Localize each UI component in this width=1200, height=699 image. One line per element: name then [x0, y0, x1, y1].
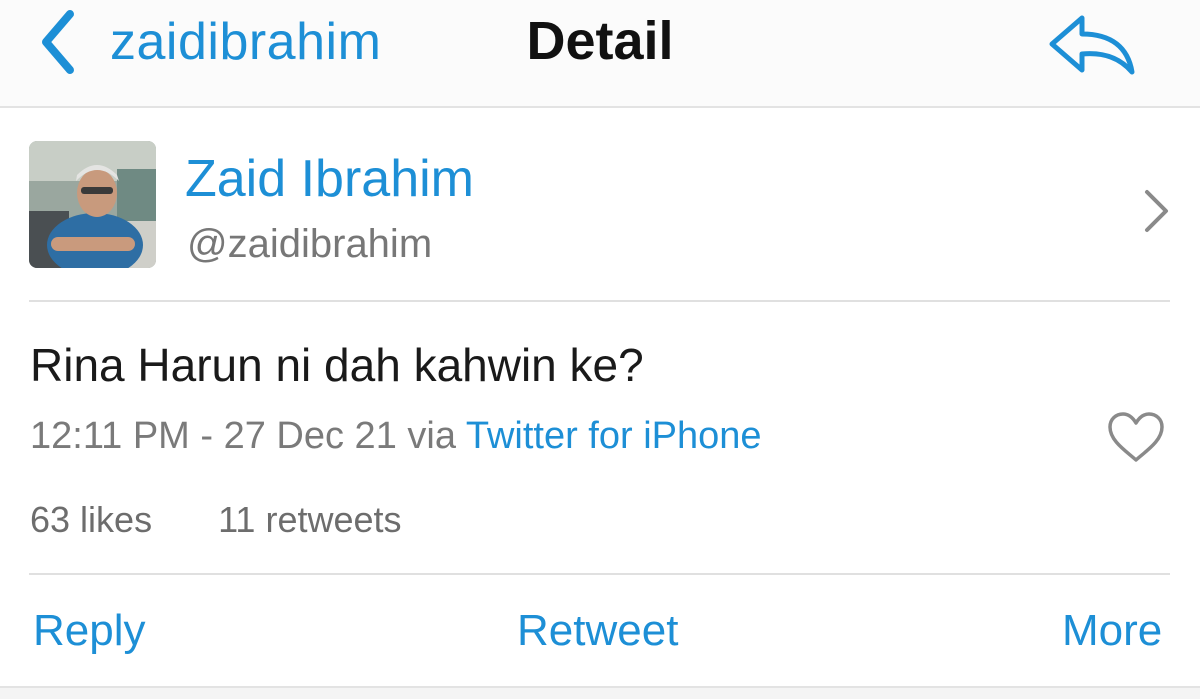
profile-name[interactable]: Zaid Ibrahim [185, 148, 474, 210]
navigation-bar: zaidibrahim Detail [0, 0, 1200, 108]
via-label: via [407, 415, 456, 457]
back-button[interactable]: zaidibrahim [36, 6, 381, 78]
avatar-photo [29, 141, 156, 268]
tweet-stats: 63 likes 11 retweets [30, 497, 402, 543]
page-title: Detail [526, 11, 674, 71]
retweets-count[interactable]: 11 retweets [218, 499, 401, 540]
retweet-button[interactable]: Retweet [517, 604, 678, 658]
profile-handle: @zaidibrahim [187, 222, 433, 266]
heart-outline-icon[interactable] [1106, 410, 1166, 464]
more-button[interactable]: More [1062, 604, 1162, 658]
chevron-left-icon [42, 10, 74, 74]
likes-count[interactable]: 63 likes [30, 499, 152, 540]
tweet-meta: 12:11 PM - 27 Dec 21 via Twitter for iPh… [30, 412, 762, 460]
tweet-timestamp: 12:11 PM - 27 Dec 21 [30, 415, 397, 457]
back-button-label: zaidibrahim [110, 13, 382, 71]
bottom-separator [0, 686, 1200, 699]
tweet-source-link[interactable]: Twitter for iPhone [466, 415, 762, 457]
actions-divider [29, 573, 1170, 575]
reply-button[interactable]: Reply [33, 604, 146, 658]
chevron-right-icon [1145, 190, 1168, 232]
profile-divider [29, 300, 1170, 302]
reply-arrow-icon[interactable] [1046, 12, 1138, 76]
avatar[interactable] [29, 141, 156, 268]
profile-row[interactable]: Zaid Ibrahim @zaidibrahim [0, 108, 1200, 302]
tweet-text: Rina Harun ni dah kahwin ke? [30, 339, 644, 391]
